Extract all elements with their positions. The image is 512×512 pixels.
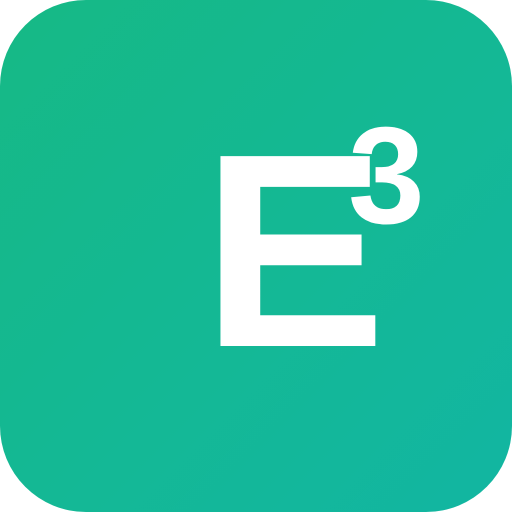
app-icon: E 3 [0,0,512,512]
icon-exponent: 3 [348,99,425,253]
icon-letter: E [202,97,387,405]
